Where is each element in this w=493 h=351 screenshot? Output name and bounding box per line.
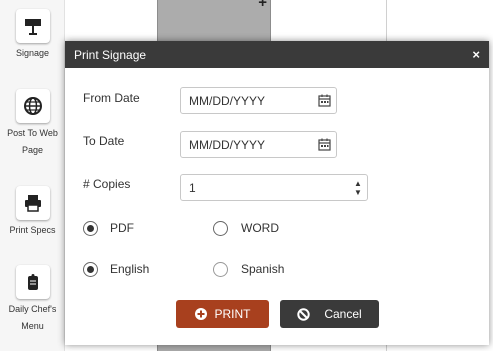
sidebar-item-label: Signage bbox=[15, 48, 50, 58]
plus-circle-icon bbox=[194, 308, 207, 320]
pdf-radio[interactable] bbox=[83, 221, 98, 236]
print-signage-dialog: Print Signage × From Date To Date # Copi… bbox=[65, 41, 489, 345]
printer-icon bbox=[15, 186, 50, 220]
dialog-header: Print Signage × bbox=[65, 41, 489, 68]
to-date-field bbox=[180, 131, 337, 158]
copies-label: # Copies bbox=[83, 177, 131, 191]
from-date-label: From Date bbox=[83, 91, 140, 105]
increment-icon[interactable]: ▲ bbox=[354, 179, 362, 188]
plus-icon[interactable]: + bbox=[258, 0, 267, 11]
globe-icon bbox=[15, 89, 50, 123]
word-radio[interactable] bbox=[213, 221, 228, 236]
calendar-icon[interactable] bbox=[314, 132, 336, 157]
copies-stepper: ▲ ▼ bbox=[180, 174, 368, 201]
signage-icon bbox=[15, 9, 50, 43]
sidebar-item-signage[interactable]: Signage bbox=[0, 9, 65, 62]
from-date-input[interactable] bbox=[181, 93, 314, 108]
word-label: WORD bbox=[241, 221, 279, 235]
close-icon[interactable]: × bbox=[472, 47, 480, 62]
sidebar-item-print-specs[interactable]: Print Specs bbox=[0, 186, 65, 239]
sidebar-item-post-to-web[interactable]: Post To Web Page bbox=[0, 89, 65, 159]
spanish-radio[interactable] bbox=[213, 262, 228, 277]
print-button[interactable]: PRINT bbox=[176, 300, 269, 328]
copies-input[interactable] bbox=[181, 180, 350, 195]
sidebar-item-label: Print Specs bbox=[9, 225, 56, 235]
copies-spinner[interactable]: ▲ ▼ bbox=[349, 175, 367, 200]
english-label: English bbox=[110, 262, 150, 276]
to-date-input[interactable] bbox=[181, 137, 314, 152]
print-button-label: PRINT bbox=[214, 307, 251, 321]
spanish-label: Spanish bbox=[241, 262, 285, 276]
sidebar: Signage Post To Web Page Print Specs Dai… bbox=[0, 0, 65, 351]
dialog-title: Print Signage bbox=[74, 47, 147, 62]
cancel-button[interactable]: Cancel bbox=[280, 300, 379, 328]
sidebar-item-label: Post To Web bbox=[7, 128, 58, 138]
menu-card-icon bbox=[15, 265, 50, 299]
from-date-field bbox=[180, 87, 337, 114]
to-date-label: To Date bbox=[83, 134, 125, 148]
ban-icon bbox=[297, 307, 311, 321]
sidebar-item-label: Menu bbox=[21, 321, 44, 331]
calendar-icon[interactable] bbox=[314, 88, 336, 113]
pdf-label: PDF bbox=[110, 221, 134, 235]
decrement-icon[interactable]: ▼ bbox=[354, 188, 362, 197]
cancel-button-label: Cancel bbox=[324, 307, 362, 321]
english-radio[interactable] bbox=[83, 262, 98, 277]
sidebar-item-daily-chefs-menu[interactable]: Daily Chef's Menu bbox=[0, 265, 65, 335]
sidebar-item-label: Page bbox=[21, 145, 44, 155]
sidebar-item-label: Daily Chef's bbox=[8, 304, 57, 314]
